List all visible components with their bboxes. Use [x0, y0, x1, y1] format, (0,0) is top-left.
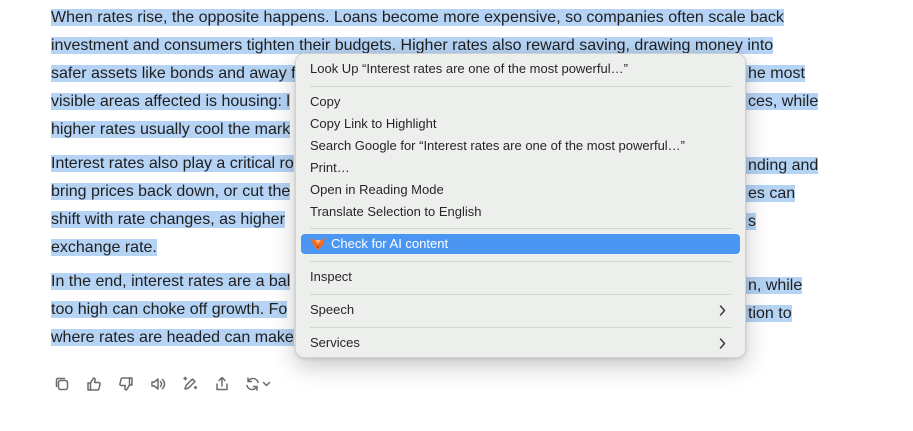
selected-text: higher rates usually cool the mark: [51, 121, 291, 138]
menu-separator: [310, 86, 731, 87]
selected-text: bring prices back down, or cut the: [51, 183, 291, 200]
menu-separator: [310, 261, 731, 262]
selected-text: shift with rate changes, as higher: [51, 211, 285, 228]
menu-item-ai-check[interactable]: Check for AI content: [301, 234, 740, 254]
selected-text: too high can choke off growth. Fo: [51, 301, 288, 318]
text-fragment: ces, while: [746, 93, 819, 110]
menu-item-label: Speech: [310, 302, 355, 317]
menu-separator: [310, 294, 731, 295]
share-icon[interactable]: [210, 372, 234, 396]
selected-text: In the end, interest rates are a bal: [51, 273, 291, 290]
text-fragment: es can: [746, 185, 796, 202]
selected-text: exchange rate.: [51, 239, 157, 256]
menu-item-copy[interactable]: Copy: [301, 92, 740, 112]
text-fragment: nding and: [746, 157, 819, 174]
menu-separator: [310, 228, 731, 229]
menu-item-inspect[interactable]: Inspect: [301, 267, 740, 287]
selected-text: When rates rise, the opposite happens. L…: [51, 9, 784, 26]
menu-item-look-up[interactable]: Look Up “Interest rates are one of the m…: [301, 59, 740, 79]
menu-item-label: Check for AI content: [331, 236, 449, 251]
speaker-icon[interactable]: [146, 372, 170, 396]
text-fragment: s: [746, 213, 756, 230]
text-fragment: tion to: [746, 305, 792, 322]
selected-text: visible areas affected is housing: l: [51, 93, 290, 110]
menu-separator: [310, 327, 731, 328]
menu-item-copy-link[interactable]: Copy Link to Highlight: [301, 114, 740, 134]
text-fragment: he most: [746, 65, 805, 82]
thumbs-up-icon[interactable]: [82, 372, 106, 396]
selected-text: investment and consumers tighten their b…: [51, 37, 774, 54]
edit-sparkle-icon[interactable]: [178, 372, 202, 396]
menu-item-speech[interactable]: Speech: [301, 300, 740, 320]
regenerate-icon[interactable]: [242, 372, 276, 396]
thumbs-down-icon[interactable]: [114, 372, 138, 396]
menu-item-label: Services: [310, 335, 360, 350]
text-fragment: n, while: [746, 277, 803, 294]
menu-item-services[interactable]: Services: [301, 333, 740, 353]
chevron-right-icon: [719, 305, 726, 316]
selected-text: where rates are headed can make: [51, 329, 294, 346]
selected-text: Interest rates also play a critical ro: [51, 155, 294, 172]
context-menu: Look Up “Interest rates are one of the m…: [295, 53, 746, 358]
menu-item-search-google[interactable]: Search Google for “Interest rates are on…: [301, 136, 740, 156]
message-actions-toolbar: [50, 372, 284, 396]
fox-icon: [311, 238, 325, 250]
menu-item-reading-mode[interactable]: Open in Reading Mode: [301, 180, 740, 200]
selected-text: safer assets like bonds and away f: [51, 65, 296, 82]
chevron-right-icon: [719, 338, 726, 349]
copy-icon[interactable]: [50, 372, 74, 396]
menu-item-translate[interactable]: Translate Selection to English: [301, 202, 740, 222]
menu-item-print[interactable]: Print…: [301, 158, 740, 178]
